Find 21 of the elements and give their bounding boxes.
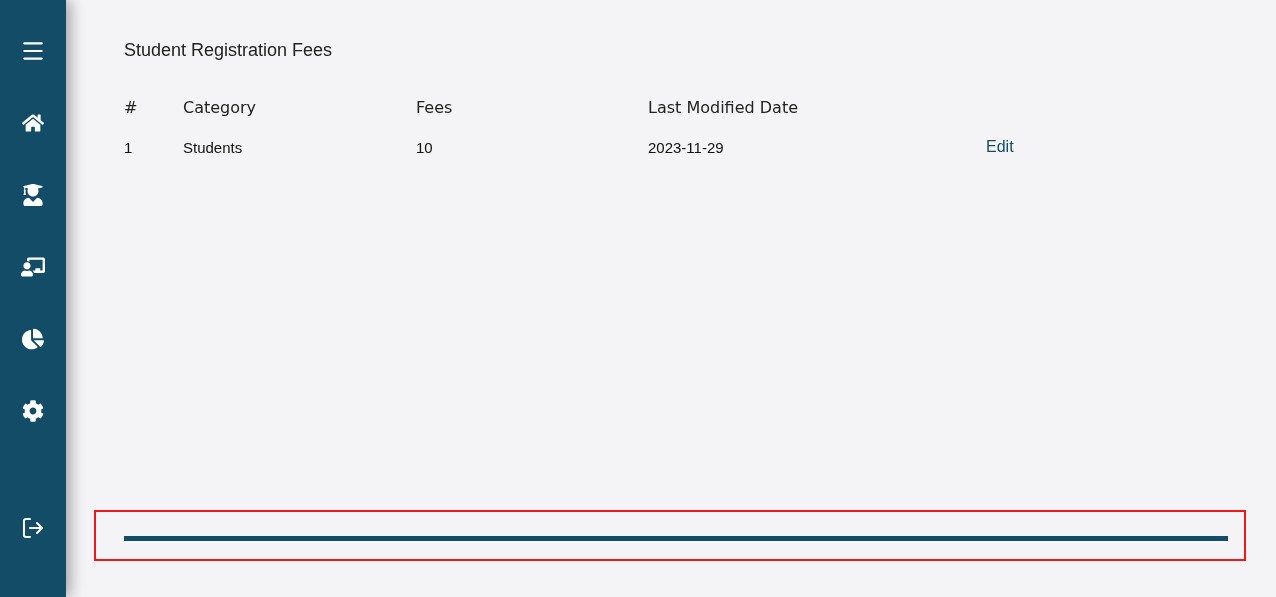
home-icon (22, 112, 44, 134)
pie-chart-icon (22, 328, 44, 350)
table-cell-text: 10 (416, 138, 434, 156)
table-cell-text: 1 (124, 138, 134, 156)
column-header: Fees (416, 97, 454, 117)
column-header: # (124, 97, 139, 117)
page-title: Student Registration Fees (124, 40, 334, 61)
pie-chart-button[interactable] (20, 326, 46, 352)
graduate-icon (22, 184, 44, 206)
logout-button[interactable] (20, 515, 46, 541)
column-header: Category (183, 97, 258, 117)
column-header: Last Modified Date (648, 97, 799, 117)
table-cell-text: Students (183, 138, 244, 156)
teacher-board-icon (21, 255, 45, 279)
edit-link[interactable]: Edit (986, 138, 1046, 156)
settings-icon (22, 400, 44, 422)
settings-button[interactable] (20, 398, 46, 424)
graduate-button[interactable] (20, 182, 46, 208)
table-cell-text: 2023-11-29 (648, 138, 725, 156)
logout-icon (21, 516, 45, 540)
teacher-board-button[interactable] (20, 254, 46, 280)
